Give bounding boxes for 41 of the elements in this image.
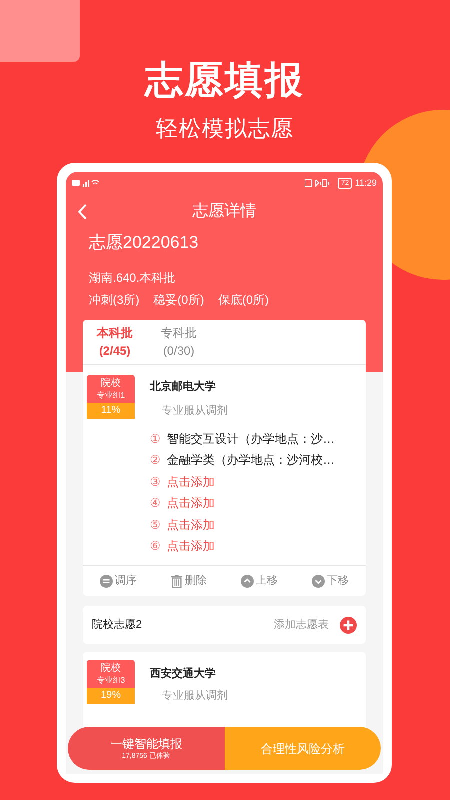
page-title: 志愿详情 — [192, 202, 256, 222]
adjust-label: 专业服从调剂 — [162, 404, 229, 419]
signal-icon — [72, 179, 100, 187]
card-action[interactable]: 下移 — [312, 572, 349, 590]
card-action[interactable]: 上移 — [241, 572, 278, 590]
batch-tab[interactable]: 本科批 (2/45) — [97, 324, 133, 364]
batch-label: 湖南.640.本科批 — [89, 270, 176, 286]
risk-analysis-button[interactable]: 合理性风险分析 — [224, 727, 381, 770]
major-item[interactable]: ② 金融学类（办学地点：沙河校… — [150, 450, 335, 471]
badge-group: 专业组3 — [96, 675, 126, 686]
badge-group: 专业组1 — [96, 390, 126, 401]
adjust-label: 专业服从调剂 — [162, 688, 228, 704]
probability-label: 19% — [87, 688, 135, 704]
hero-subtitle: 轻松模拟志愿 — [156, 115, 294, 143]
card-action[interactable]: 删除 — [171, 572, 207, 590]
tier-count: 稳妥(0所) — [154, 292, 204, 308]
swap-icon — [100, 574, 113, 588]
school-name: 西安交通大学 — [150, 666, 217, 682]
plan-name: 志愿20220613 — [89, 232, 199, 254]
back-icon[interactable] — [78, 204, 87, 220]
status-time: 11:29 — [355, 178, 377, 188]
chevron-up-icon — [241, 574, 254, 588]
add-major-link[interactable]: ④ 点击添加 — [150, 492, 335, 514]
badge-title: 院校 — [101, 377, 121, 390]
batch-tab[interactable]: 专科批 (0/30) — [161, 324, 197, 364]
major-item[interactable]: ① 智能交互设计（办学地点：沙… — [150, 428, 335, 450]
trash-icon — [171, 574, 183, 588]
school-name: 北京邮电大学 — [150, 380, 217, 395]
chevron-down-icon — [312, 574, 325, 588]
add-major-link[interactable]: ⑤ 点击添加 — [150, 514, 335, 536]
card-action[interactable]: 调序 — [100, 572, 137, 590]
add-major-link[interactable]: ③ 点击添加 — [150, 471, 335, 492]
badge-title: 院校 — [101, 662, 121, 675]
hero-title: 志愿填报 — [145, 59, 305, 104]
probability-label: 11% — [87, 403, 135, 419]
tier-count: 冲刺(3所) — [89, 292, 140, 308]
tier-count: 保底(0所) — [218, 292, 270, 308]
section-title: 院校志愿2 — [92, 618, 142, 633]
plus-icon — [340, 616, 357, 634]
add-major-link[interactable]: ⑥ 点击添加 — [150, 536, 335, 557]
add-list-button[interactable]: 添加志愿表 — [274, 616, 357, 634]
